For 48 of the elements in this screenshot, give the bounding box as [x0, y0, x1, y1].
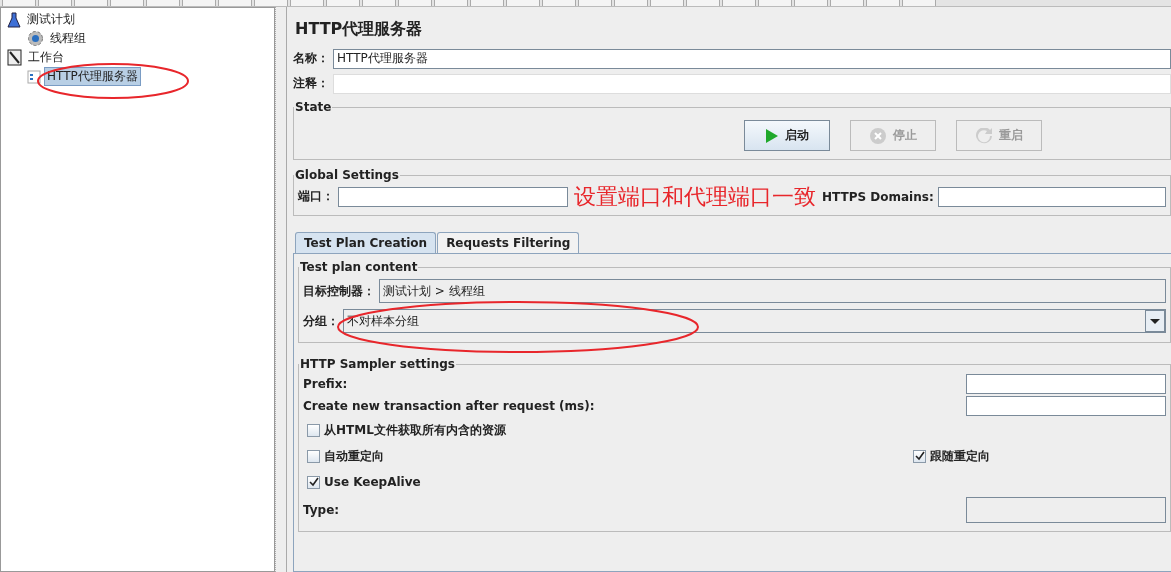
group-title: Global Settings — [294, 168, 400, 182]
gear-icon — [27, 30, 44, 47]
document-icon — [27, 69, 41, 84]
field-label: 注释： — [293, 75, 329, 92]
restart-icon — [975, 127, 993, 144]
tree-item[interactable]: 工作台 — [25, 48, 67, 67]
field-label: 端口： — [298, 188, 334, 205]
field-label: Create new transaction after request (ms): — [303, 399, 595, 413]
tree-item[interactable]: HTTP代理服务器 — [44, 67, 141, 86]
check-icon — [308, 476, 319, 487]
notepad-icon — [7, 49, 22, 66]
annotation-note: 设置端口和代理端口一致 — [574, 182, 816, 211]
checkbox-option[interactable]: 跟随重定向 — [913, 447, 990, 465]
target-controller-field[interactable]: 测试计划 > 线程组 — [379, 279, 1166, 303]
field-label: HTTPS Domains: — [822, 189, 934, 204]
field-label: Type: — [303, 503, 340, 517]
play-icon — [765, 127, 779, 144]
group-title: State — [294, 100, 333, 114]
flask-icon — [7, 11, 21, 28]
prefix-field[interactable] — [966, 374, 1166, 394]
tab[interactable]: Test Plan Creation — [295, 232, 437, 253]
tree-item[interactable]: 线程组 — [47, 29, 89, 48]
checkbox[interactable] — [307, 423, 320, 437]
checkbox[interactable] — [307, 449, 320, 463]
checkbox-option[interactable]: 自动重定向 — [307, 447, 384, 465]
comment-field[interactable] — [333, 73, 1171, 94]
tab[interactable]: Requests Filtering — [437, 232, 580, 253]
name-field[interactable]: HTTP代理服务器 — [333, 48, 1171, 69]
https-domains-field[interactable] — [937, 186, 1166, 207]
checkbox-option[interactable]: Use KeepAlive — [307, 475, 421, 489]
field-label: 分组： — [303, 312, 339, 330]
tree-item[interactable]: 测试计划 — [24, 10, 78, 29]
stop-icon — [869, 126, 887, 145]
checkbox-option[interactable]: 从HTML文件获取所有内含的资源 — [307, 421, 506, 439]
group-title: Test plan content — [299, 260, 419, 274]
control-button[interactable]: 启动 — [744, 120, 830, 151]
field-label: 名称： — [293, 50, 329, 67]
splitter[interactable] — [275, 7, 287, 572]
checkbox[interactable] — [913, 449, 926, 463]
checkbox[interactable] — [307, 475, 320, 489]
panel-title: HTTP代理服务器 — [295, 19, 424, 40]
field-label: 目标控制器： — [303, 282, 375, 300]
field-label: Prefix: — [303, 377, 348, 391]
transaction-field[interactable] — [966, 396, 1166, 416]
type-field[interactable] — [966, 497, 1166, 523]
check-icon — [914, 450, 925, 461]
group-title: HTTP Sampler settings — [299, 357, 456, 371]
port-field[interactable] — [338, 186, 568, 207]
